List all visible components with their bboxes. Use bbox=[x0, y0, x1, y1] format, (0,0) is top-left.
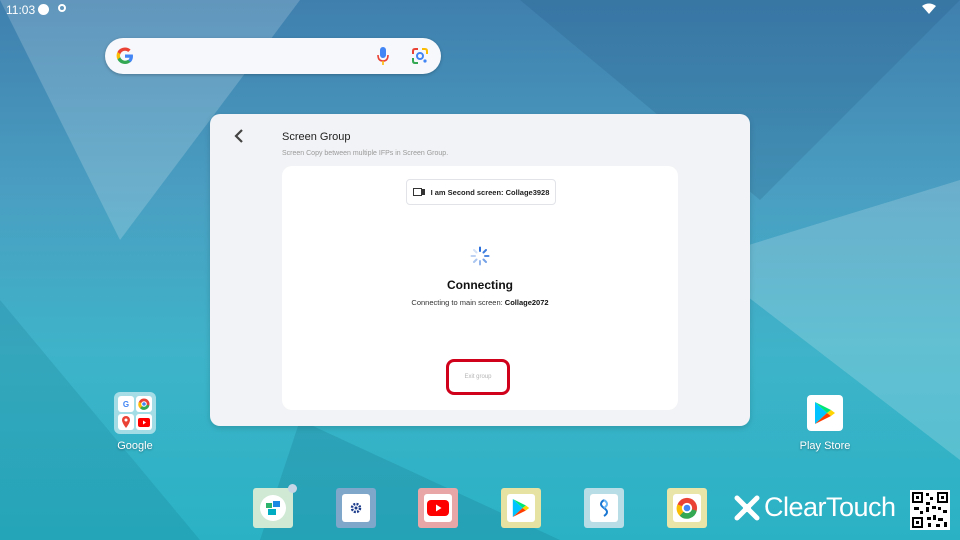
google-logo-icon bbox=[116, 47, 133, 64]
google-search-bar[interactable] bbox=[105, 38, 441, 74]
google-apps-folder[interactable]: G bbox=[114, 392, 156, 434]
wifi-icon bbox=[922, 3, 936, 14]
chrome-icon bbox=[676, 497, 698, 519]
dock-item-settings[interactable] bbox=[336, 488, 376, 528]
page-title: Screen Group bbox=[282, 131, 351, 143]
dock-item-youtube[interactable] bbox=[418, 488, 458, 528]
cleartouch-logo: ClearTouch bbox=[734, 492, 896, 523]
gear-icon bbox=[58, 4, 66, 12]
dock-item-chrome[interactable] bbox=[667, 488, 707, 528]
google-lens-icon[interactable] bbox=[411, 47, 429, 65]
play-store-icon bbox=[512, 499, 530, 517]
youtube-app-icon bbox=[136, 414, 152, 430]
back-arrow-icon[interactable] bbox=[232, 128, 246, 144]
connection-status-prefix: Connecting to main screen: bbox=[411, 298, 505, 307]
connection-status-title: Connecting bbox=[447, 278, 513, 292]
exit-group-button[interactable]: Exit group bbox=[458, 373, 497, 381]
connection-status-detail: Connecting to main screen: Collage2072 bbox=[282, 298, 678, 307]
device-role-chip: I am Second screen: Collage3928 bbox=[406, 179, 556, 205]
clock: 11:03 bbox=[6, 3, 36, 17]
exit-group-highlight: Exit group bbox=[446, 359, 510, 395]
device-role-text: I am Second screen: Collage3928 bbox=[430, 187, 550, 197]
screen-group-panel: Screen Group Screen Copy between multipl… bbox=[210, 114, 750, 426]
microphone-icon[interactable] bbox=[377, 47, 389, 65]
notification-dot-icon bbox=[38, 4, 49, 15]
maps-app-icon bbox=[118, 414, 134, 430]
connection-card: I am Second screen: Collage3928 Connecti… bbox=[282, 166, 678, 410]
settings-gear-icon bbox=[350, 502, 362, 514]
loading-spinner-icon bbox=[470, 246, 490, 266]
notification-dot-icon bbox=[288, 484, 297, 493]
screen-share-app-icon bbox=[600, 499, 608, 517]
play-store-icon bbox=[815, 402, 835, 424]
whiteboard-icon bbox=[266, 501, 280, 515]
screen-mirroring-icon bbox=[412, 188, 425, 196]
folder-label: Google bbox=[117, 440, 153, 452]
cleartouch-mark-icon bbox=[734, 495, 760, 520]
page-subtitle: Screen Copy between multiple IFPs in Scr… bbox=[282, 150, 449, 157]
play-store-label: Play Store bbox=[799, 440, 851, 452]
play-store-app[interactable] bbox=[807, 395, 843, 431]
youtube-icon bbox=[427, 500, 449, 516]
cleartouch-logo-text: ClearTouch bbox=[764, 492, 896, 522]
qr-code-icon[interactable] bbox=[910, 490, 950, 530]
dock-item-play-store[interactable] bbox=[501, 488, 541, 528]
dock-item-whiteboard[interactable] bbox=[253, 484, 297, 528]
google-app-icon: G bbox=[118, 396, 134, 412]
main-screen-name: Collage2072 bbox=[504, 298, 549, 307]
dock-item-cleartouch-app[interactable] bbox=[584, 488, 624, 528]
status-bar: 11:03 bbox=[0, 0, 960, 20]
chrome-app-icon bbox=[136, 396, 152, 412]
